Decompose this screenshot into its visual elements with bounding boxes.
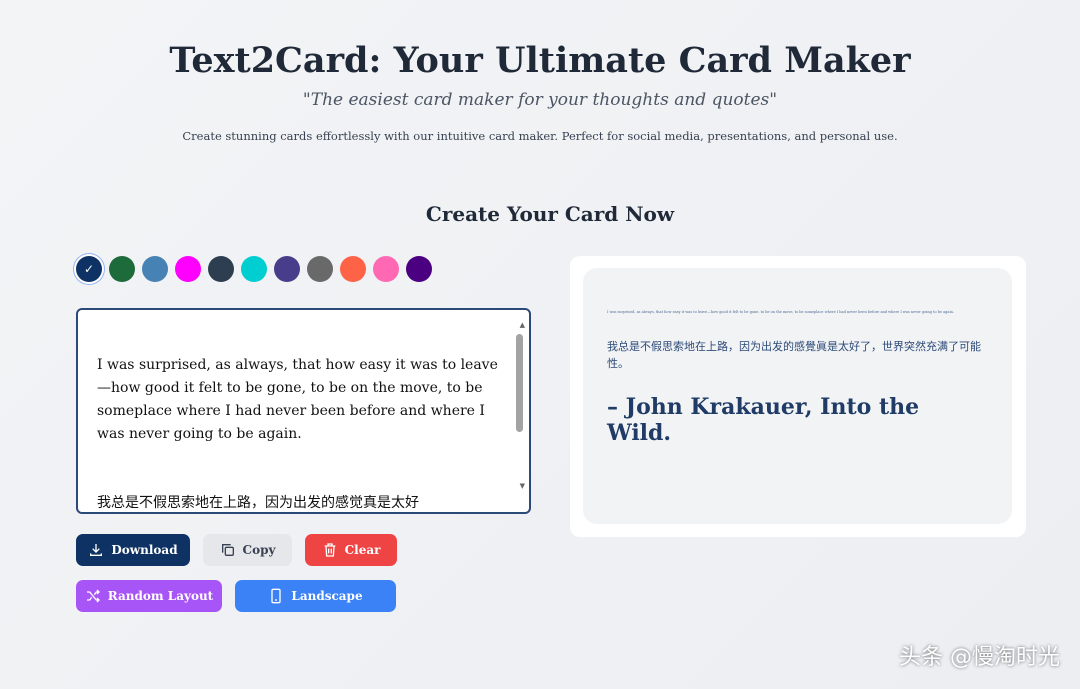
- color-swatch[interactable]: [307, 256, 333, 282]
- check-icon: ✓: [83, 262, 95, 276]
- color-swatch[interactable]: [406, 256, 432, 282]
- page-title: Text2Card: Your Ultimate Card Maker: [169, 40, 911, 81]
- clear-label: Clear: [344, 543, 381, 557]
- copy-label: Copy: [242, 543, 276, 557]
- card-preview: I was surprised, as always, that how eas…: [583, 268, 1012, 524]
- quote-textarea[interactable]: I was surprised, as always, that how eas…: [76, 308, 531, 514]
- editor-chinese-text: 我总是不假思索地在上路，因为出发的感觉真是太好: [97, 495, 419, 511]
- random-layout-label: Random Layout: [107, 589, 214, 603]
- preview-author: – John Krakauer, Into the Wild.: [607, 394, 920, 446]
- download-label: Download: [111, 543, 178, 557]
- page-subtitle: "The easiest card maker for your thought…: [302, 90, 778, 110]
- phone-icon: [271, 588, 282, 604]
- page-description: Create stunning cards effortlessly with …: [182, 129, 898, 143]
- preview-english-text: I was surprised, as always, that how eas…: [607, 310, 954, 314]
- color-swatch[interactable]: [208, 256, 234, 282]
- random-layout-button[interactable]: Random Layout: [76, 580, 222, 612]
- color-swatch[interactable]: ✓: [76, 256, 102, 282]
- color-swatch[interactable]: [175, 256, 201, 282]
- scroll-down-icon[interactable]: ▼: [520, 475, 525, 498]
- color-swatch[interactable]: [373, 256, 399, 282]
- shuffle-icon: [86, 589, 100, 603]
- watermark: 头条 @慢淘时光: [899, 645, 1060, 670]
- copy-button[interactable]: Copy: [203, 534, 292, 566]
- section-title: Create Your Card Now: [425, 202, 675, 226]
- download-button[interactable]: Download: [76, 534, 190, 566]
- landscape-button[interactable]: Landscape: [235, 580, 396, 612]
- textarea-scrollbar[interactable]: ▲ ▼: [516, 314, 527, 508]
- color-swatch[interactable]: [241, 256, 267, 282]
- scrollbar-thumb[interactable]: [516, 334, 523, 432]
- copy-icon: [221, 544, 234, 556]
- preview-chinese-text: 我总是不假思索地在上路，因为出发的感覺眞是太好了，世界突然充满了可能性。: [607, 340, 981, 370]
- editor-english-text: I was surprised, as always, that how eas…: [97, 357, 498, 442]
- trash-icon: [324, 543, 335, 557]
- landscape-label: Landscape: [291, 589, 363, 603]
- download-icon: [90, 544, 103, 556]
- color-swatch[interactable]: [274, 256, 300, 282]
- color-swatch[interactable]: [109, 256, 135, 282]
- color-swatch[interactable]: [142, 256, 168, 282]
- color-swatch[interactable]: [340, 256, 366, 282]
- card-preview-panel: I was surprised, as always, that how eas…: [570, 256, 1026, 537]
- color-picker: ✓: [76, 256, 432, 282]
- clear-button[interactable]: Clear: [305, 534, 397, 566]
